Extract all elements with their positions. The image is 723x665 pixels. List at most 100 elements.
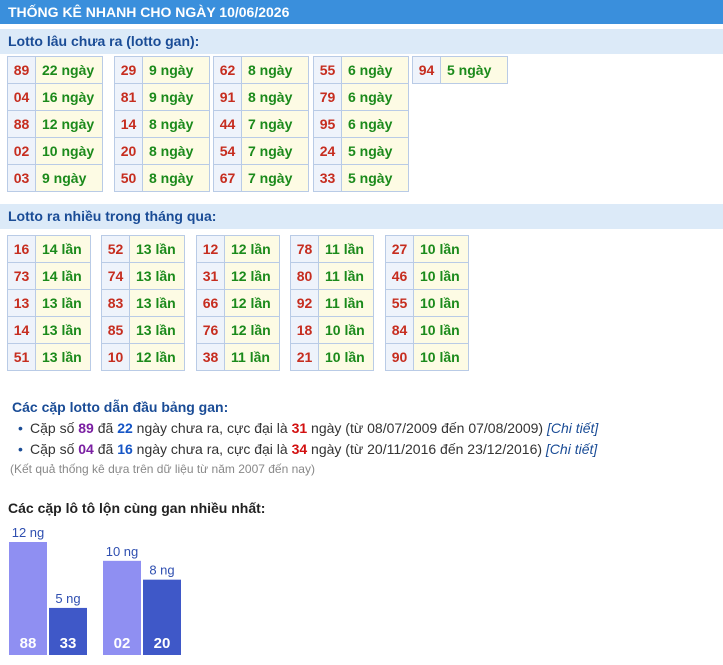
table-row: 33 5 ngày — [313, 164, 409, 192]
freq-table: 16 14 lần 73 14 lần 13 13 lần 14 13 lần 51 13 lần — [7, 235, 91, 371]
lotto-number: 33 — [313, 164, 342, 192]
table-row: 14 8 ngày — [114, 110, 210, 138]
lotto-value: 9 ngày — [142, 83, 210, 111]
lotto-number: 02 — [7, 137, 36, 165]
lotto-value: 11 lần — [318, 289, 374, 317]
gan-pairs-section: Các cặp lotto dẫn đầu bảng gan: Cặp số 8… — [0, 381, 723, 476]
lotto-number: 24 — [313, 137, 342, 165]
table-row: 83 13 lần — [101, 289, 185, 317]
lotto-value: 6 ngày — [341, 56, 409, 84]
lotto-number: 91 — [213, 83, 242, 111]
table-row: 88 12 ngày — [7, 110, 103, 138]
table-row: 24 5 ngày — [313, 137, 409, 165]
lotto-value: 5 ngày — [341, 137, 409, 165]
table-row: 44 7 ngày — [213, 110, 309, 138]
table-row: 73 14 lần — [7, 262, 91, 290]
gan-table: 89 22 ngày 04 16 ngày 88 12 ngày 02 10 ngày 03 9 … — [7, 56, 103, 192]
freq-table: 12 12 lần 31 12 lần 66 12 lần 76 12 lần 38 11 lần — [196, 235, 280, 371]
lotto-value: 13 lần — [129, 316, 185, 344]
table-row: 29 9 ngày — [114, 56, 210, 84]
lotto-value: 5 ngày — [440, 56, 508, 84]
gan-table: 62 8 ngày 91 8 ngày 44 7 ngày 54 7 ngày 67 7 ngày — [213, 56, 309, 192]
lotto-number: 89 — [7, 56, 36, 84]
freq-section-title: Lotto ra nhiều trong tháng qua: — [0, 204, 723, 229]
lotto-number: 84 — [385, 316, 414, 344]
lotto-number: 55 — [313, 56, 342, 84]
lotto-number: 88 — [7, 110, 36, 138]
lotto-number: 54 — [213, 137, 242, 165]
pair-text: Cặp số — [30, 420, 79, 436]
table-row: 52 13 lần — [101, 235, 185, 263]
lotto-value: 10 lần — [413, 235, 469, 263]
lotto-value: 13 lần — [35, 289, 91, 317]
lotto-number: 81 — [114, 83, 143, 111]
chart-title: Các cặp lô tô lộn cùng gan nhiều nhất: — [8, 500, 266, 516]
table-row: 95 6 ngày — [313, 110, 409, 138]
lotto-value: 16 ngày — [35, 83, 103, 111]
lotto-value: 8 ngày — [142, 110, 210, 138]
page-title: THỐNG KÊ NHANH CHO NGÀY 10/06/2026 — [0, 0, 723, 24]
gan-table: 29 9 ngày 81 9 ngày 14 8 ngày 20 8 ngày 50 8 ngày — [114, 56, 210, 192]
table-row: 14 13 lần — [7, 316, 91, 344]
table-row: 67 7 ngày — [213, 164, 309, 192]
lotto-number: 14 — [114, 110, 143, 138]
pair-number: 89 — [78, 420, 94, 436]
lotto-number: 18 — [290, 316, 319, 344]
lotto-number: 03 — [7, 164, 36, 192]
chart-category-label: 02 — [114, 635, 131, 652]
lotto-value: 8 ngày — [142, 137, 210, 165]
pair-text: ngày chưa ra, cực đại là — [132, 441, 292, 457]
gan-pairs-title: Các cặp lotto dẫn đầu bảng gan: — [12, 399, 229, 415]
lotto-value: 9 ngày — [142, 56, 210, 84]
table-row: 20 8 ngày — [114, 137, 210, 165]
table-row: 85 13 lần — [101, 316, 185, 344]
lotto-number: 12 — [196, 235, 225, 263]
gan-table: 94 5 ngày — [412, 56, 508, 84]
table-row: 04 16 ngày — [7, 83, 103, 111]
lotto-value: 13 lần — [129, 289, 185, 317]
lotto-number: 67 — [213, 164, 242, 192]
table-row: 18 10 lần — [290, 316, 374, 344]
pair-text: ngày chưa ra, cực đại là — [132, 420, 292, 436]
lotto-value: 12 lần — [224, 316, 280, 344]
lotto-number: 73 — [7, 262, 36, 290]
lotto-number: 31 — [196, 262, 225, 290]
lotto-value: 13 lần — [129, 262, 185, 290]
lotto-value: 22 ngày — [35, 56, 103, 84]
table-row: 80 11 lần — [290, 262, 374, 290]
lotto-value: 5 ngày — [341, 164, 409, 192]
lotto-value: 12 lần — [129, 343, 185, 371]
lotto-value: 7 ngày — [241, 110, 309, 138]
lotto-value: 14 lần — [35, 262, 91, 290]
lotto-value: 8 ngày — [241, 83, 309, 111]
table-row: 62 8 ngày — [213, 56, 309, 84]
chart-category-label: 88 — [20, 635, 37, 652]
freq-table: 78 11 lần 80 11 lần 92 11 lần 18 10 lần 21 10 lần — [290, 235, 374, 371]
pair-days: 16 — [117, 441, 133, 457]
lotto-value: 10 lần — [413, 262, 469, 290]
lotto-value: 7 ngày — [241, 164, 309, 192]
gan-table: 55 6 ngày 79 6 ngày 95 6 ngày 24 5 ngày 33 5 ngày — [313, 56, 409, 192]
lotto-number: 29 — [114, 56, 143, 84]
lotto-number: 66 — [196, 289, 225, 317]
lotto-number: 04 — [7, 83, 36, 111]
lotto-number: 52 — [101, 235, 130, 263]
freq-table: 52 13 lần 74 13 lần 83 13 lần 85 13 lần 10 12 lần — [101, 235, 185, 371]
detail-link[interactable]: [Chi tiết] — [547, 420, 598, 436]
lotto-number: 78 — [290, 235, 319, 263]
lotto-value: 6 ngày — [341, 110, 409, 138]
gan-pair-item: Cặp số 89 đã 22 ngày chưa ra, cực đại là… — [18, 418, 723, 439]
gan-pairs-chart: 12 ng 88 5 ng 33 10 ng 02 8 ng 20 — [9, 525, 181, 655]
detail-link[interactable]: [Chi tiết] — [546, 441, 597, 457]
lotto-value: 10 lần — [318, 343, 374, 371]
table-row: 55 6 ngày — [313, 56, 409, 84]
pair-text: ngày (từ 20/11/2016 đến 23/12/2016) — [307, 441, 546, 457]
pair-text: đã — [93, 441, 118, 457]
lotto-number: 51 — [7, 343, 36, 371]
table-row: 89 22 ngày — [7, 56, 103, 84]
lotto-value: 14 lần — [35, 235, 91, 263]
chart-value-label: 12 ng — [12, 525, 45, 540]
table-row: 27 10 lần — [385, 235, 469, 263]
pair-text: đã — [93, 420, 118, 436]
table-row: 78 11 lần — [290, 235, 374, 263]
